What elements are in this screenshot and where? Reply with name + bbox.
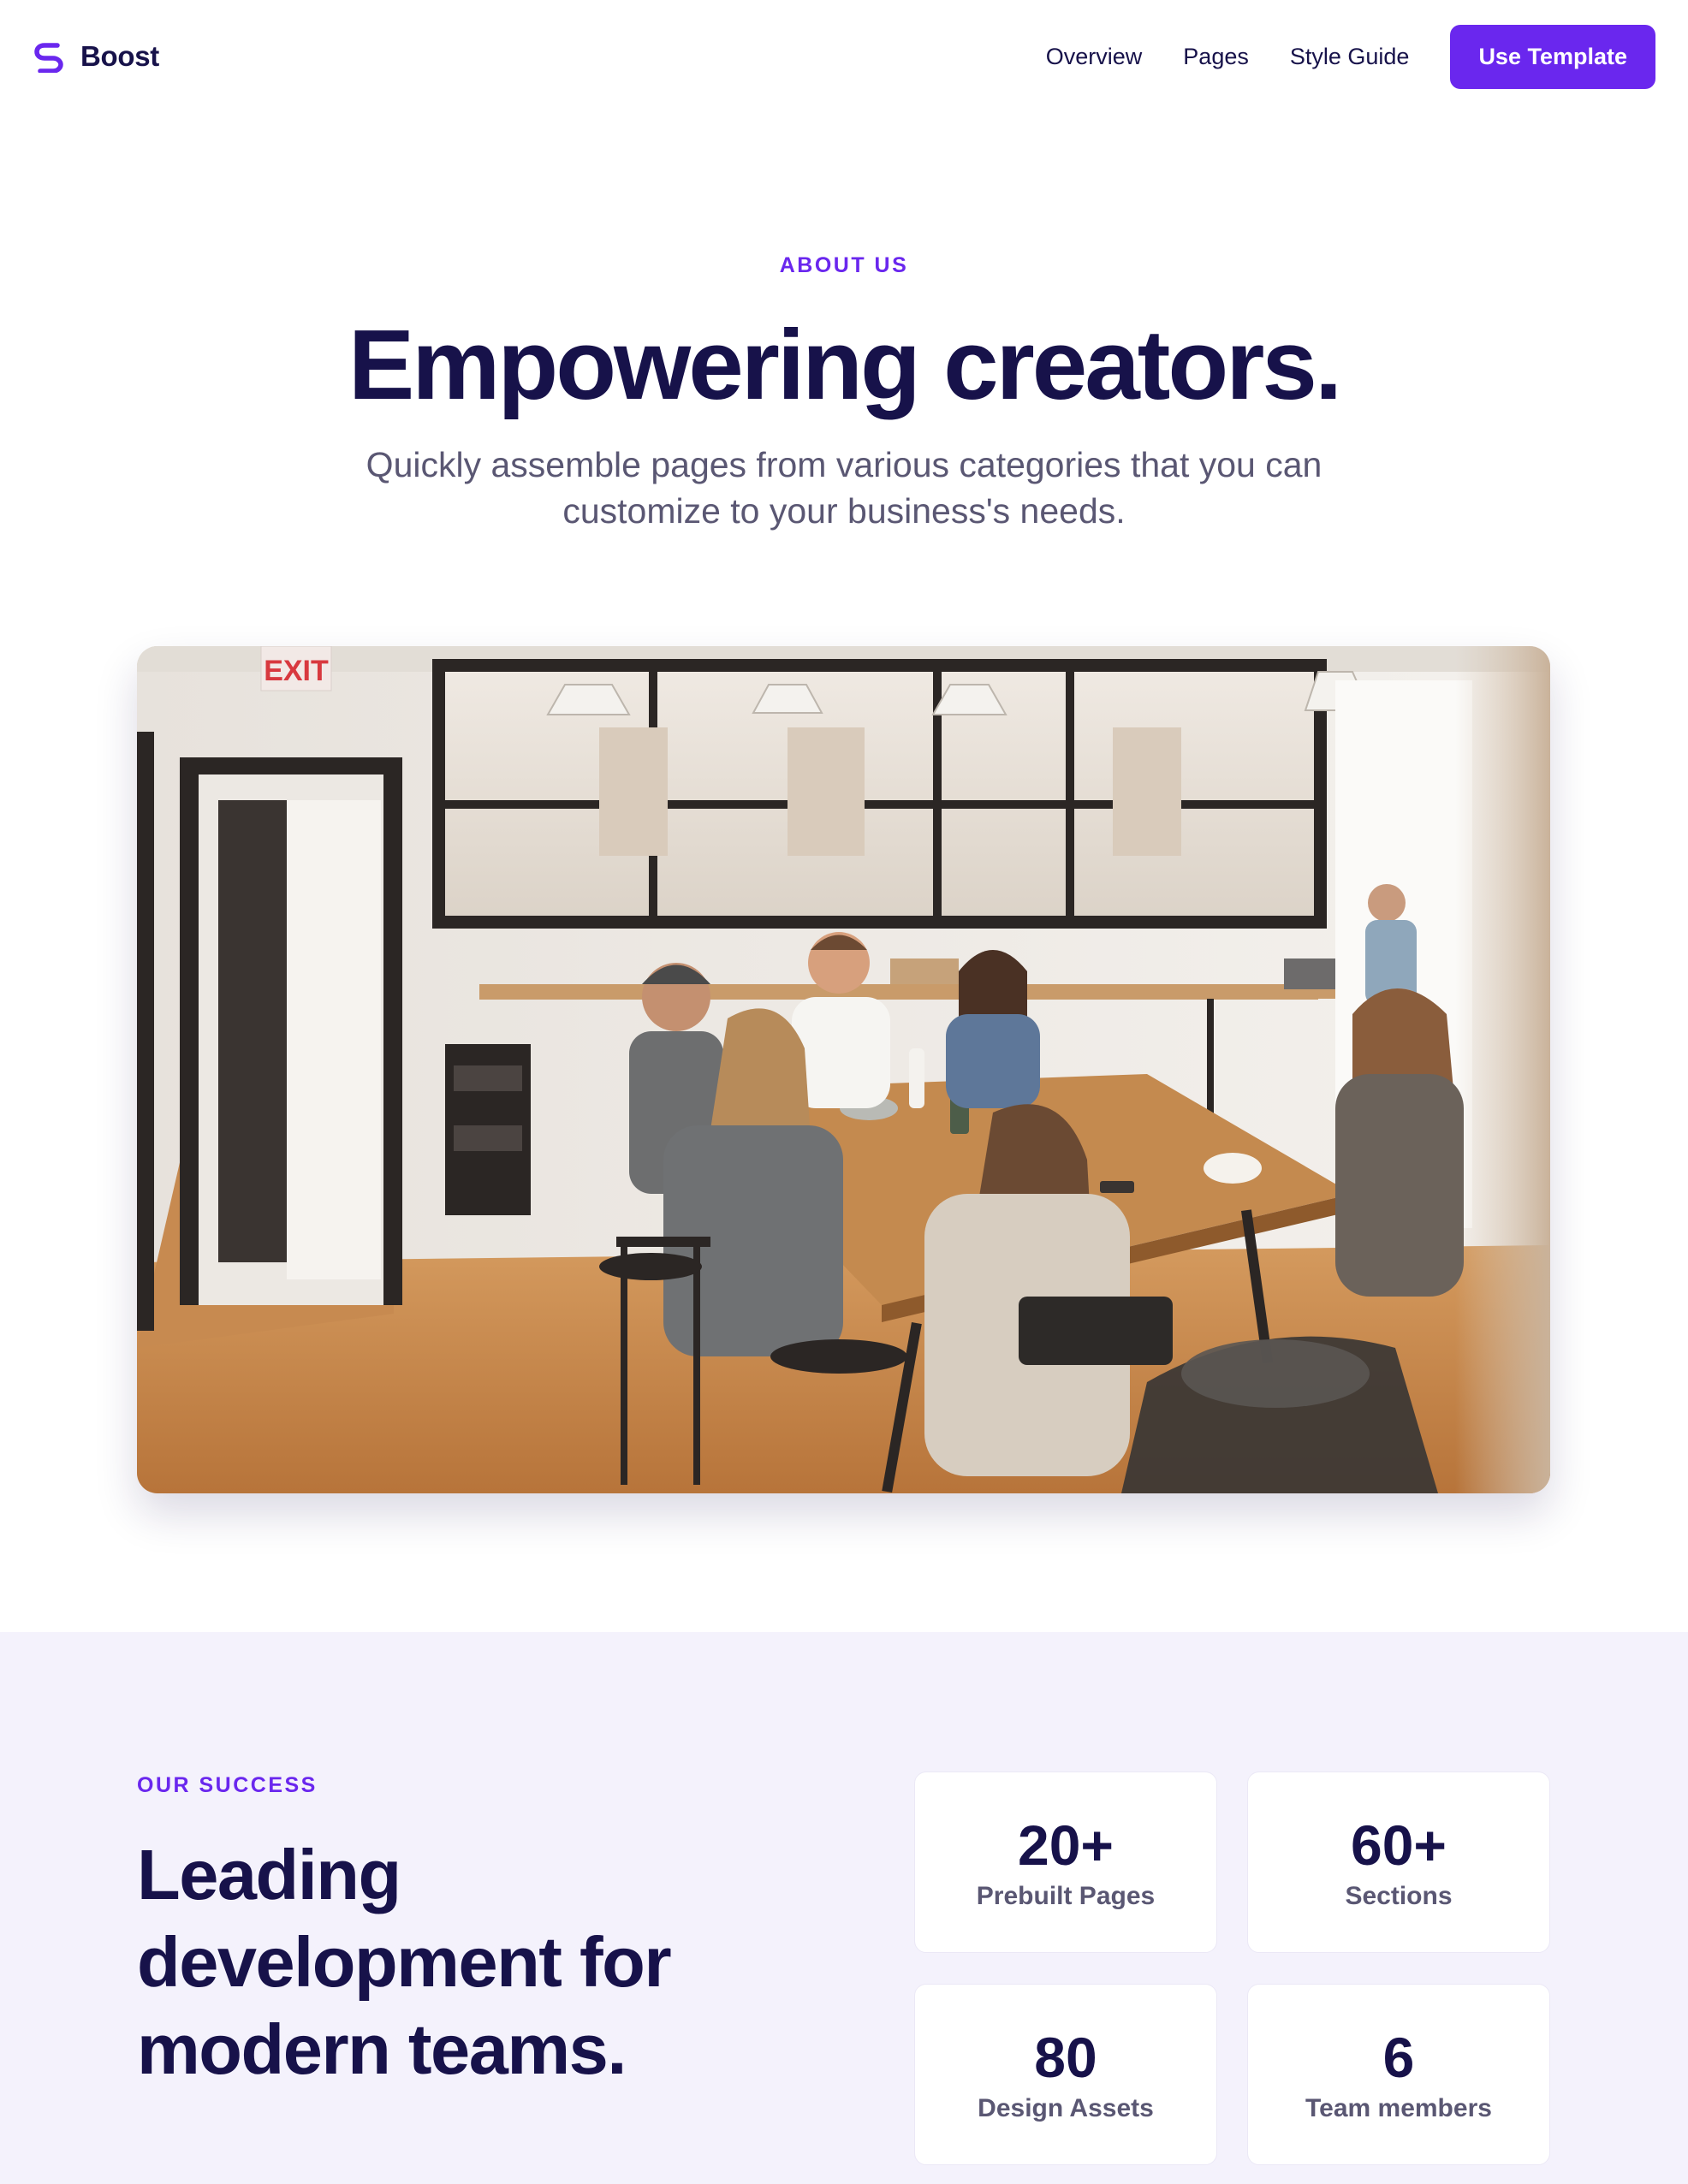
success-eyebrow: OUR SUCCESS [137,1773,318,1797]
stat-card-design-assets: 80 Design Assets [914,1984,1217,2165]
stat-label: Prebuilt Pages [976,1882,1156,1910]
hero-title: Empowering creators. [348,309,1342,420]
stat-value: 60+ [1351,1813,1447,1877]
nav-menu: Overview Pages Style Guide Use Template [1046,24,1655,89]
boost-logo-icon [34,43,63,73]
nav-link-pages[interactable]: Pages [1183,44,1249,70]
stat-label: Design Assets [978,2094,1154,2122]
nav-link-style-guide[interactable]: Style Guide [1290,44,1410,70]
brand[interactable]: Boost [33,40,159,73]
stat-label: Team members [1305,2094,1492,2122]
success-title: Leading development for modern teams. [137,1835,672,2089]
stat-value: 80 [1034,2026,1097,2089]
top-navigation: Boost Overview Pages Style Guide Use Tem… [0,0,1688,113]
stat-value: 6 [1382,2026,1415,2089]
exit-sign: EXIT [264,655,329,687]
hero-eyebrow: ABOUT US [779,253,909,277]
stat-label: Sections [1345,1882,1453,1910]
nav-link-overview[interactable]: Overview [1046,44,1143,70]
brand-name: Boost [80,40,159,72]
stat-card-team-members: 6 Team members [1247,1984,1550,2165]
hero-subtitle: Quickly assemble pages from various cate… [366,445,1322,531]
stat-value: 20+ [1018,1813,1114,1877]
use-template-button[interactable]: Use Template [1450,24,1655,89]
stat-card-sections: 60+ Sections [1247,1772,1550,1953]
team-office-photo: EXIT [137,646,1550,1493]
stat-card-prebuilt-pages: 20+ Prebuilt Pages [914,1772,1217,1953]
office-illustration: EXIT [137,646,1550,1493]
